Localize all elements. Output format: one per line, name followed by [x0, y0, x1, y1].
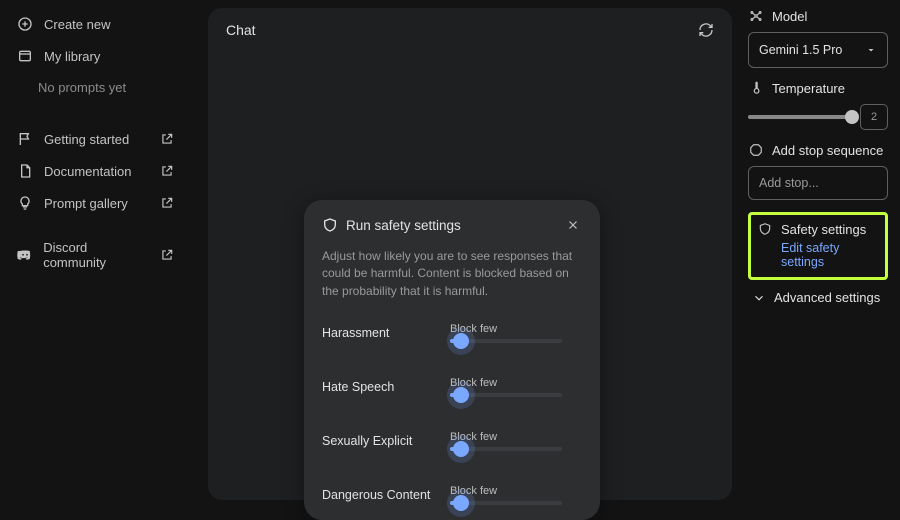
safety-row-dangerous-content: Dangerous Content Block few: [322, 480, 582, 510]
safety-slider[interactable]: [450, 339, 562, 343]
temperature-label-row: Temperature: [748, 80, 888, 96]
sidebar-create-new[interactable]: Create new: [0, 8, 192, 40]
chevron-down-icon: [752, 291, 766, 305]
modal-title: Run safety settings: [346, 218, 461, 233]
reload-button[interactable]: [698, 22, 714, 38]
sidebar-getting-started[interactable]: Getting started: [0, 123, 192, 155]
safety-slider[interactable]: [450, 393, 562, 397]
advanced-settings-label: Advanced settings: [774, 290, 880, 305]
stop-sequence-placeholder: Add stop...: [759, 176, 819, 190]
sidebar-prompt-gallery-label: Prompt gallery: [44, 196, 128, 211]
modal-header: Run safety settings: [322, 216, 582, 234]
sidebar-discord-label: Discord community: [43, 240, 149, 270]
safety-level-label: Block few: [450, 485, 582, 497]
advanced-settings-toggle[interactable]: Advanced settings: [748, 288, 888, 305]
discord-icon: [16, 246, 33, 264]
sidebar-documentation-label: Documentation: [44, 164, 131, 179]
external-link-icon: [159, 246, 176, 264]
stop-sequence-label-row: Add stop sequence: [748, 142, 888, 158]
bulb-icon: [16, 194, 34, 212]
external-link-icon: [158, 130, 176, 148]
sidebar-prompt-gallery[interactable]: Prompt gallery: [0, 187, 192, 219]
model-icon: [748, 8, 764, 24]
safety-row-harassment: Harassment Block few: [322, 318, 582, 348]
external-link-icon: [158, 194, 176, 212]
library-icon: [16, 47, 34, 65]
safety-category-label: Hate Speech: [322, 380, 450, 394]
edit-safety-link[interactable]: Edit safety settings: [757, 241, 879, 269]
stop-icon: [748, 142, 764, 158]
thermometer-icon: [748, 80, 764, 96]
safety-label-row: Safety settings: [757, 221, 879, 237]
external-link-icon: [158, 162, 176, 180]
safety-settings-modal: Run safety settings Adjust how likely yo…: [304, 200, 600, 520]
temperature-value[interactable]: 2: [860, 104, 888, 130]
temperature-slider[interactable]: [748, 115, 852, 119]
shield-icon: [322, 217, 338, 233]
temperature-thumb[interactable]: [845, 110, 859, 124]
safety-thumb[interactable]: [453, 333, 469, 349]
shield-icon: [757, 221, 773, 237]
safety-slider[interactable]: [450, 447, 562, 451]
safety-thumb[interactable]: [453, 387, 469, 403]
safety-label: Safety settings: [781, 222, 866, 237]
safety-settings-highlight: Safety settings Edit safety settings: [748, 212, 888, 280]
chat-title: Chat: [226, 22, 256, 38]
safety-row-hate-speech: Hate Speech Block few: [322, 372, 582, 402]
sidebar-no-prompts: No prompts yet: [0, 72, 192, 109]
safety-category-label: Sexually Explicit: [322, 434, 450, 448]
safety-level-label: Block few: [450, 377, 582, 389]
modal-close-button[interactable]: [564, 216, 582, 234]
sidebar-my-library[interactable]: My library: [0, 40, 192, 72]
safety-category-label: Dangerous Content: [322, 488, 450, 502]
model-select[interactable]: Gemini 1.5 Pro: [748, 32, 888, 68]
chat-header: Chat: [208, 8, 732, 52]
caret-down-icon: [865, 44, 877, 56]
safety-level-label: Block few: [450, 323, 582, 335]
safety-row-sexually-explicit: Sexually Explicit Block few: [322, 426, 582, 456]
temperature-control: 2: [748, 104, 888, 130]
modal-description: Adjust how likely you are to see respons…: [322, 248, 582, 300]
sidebar-getting-started-label: Getting started: [44, 132, 129, 147]
stop-sequence-input[interactable]: Add stop...: [748, 166, 888, 200]
temperature-label: Temperature: [772, 81, 845, 96]
safety-category-label: Harassment: [322, 326, 450, 340]
safety-thumb[interactable]: [453, 441, 469, 457]
sidebar: Create new My library No prompts yet Get…: [0, 0, 192, 500]
sidebar-my-library-label: My library: [44, 49, 100, 64]
safety-thumb[interactable]: [453, 495, 469, 511]
settings-rail: Model Gemini 1.5 Pro Temperature 2 Add s…: [740, 0, 900, 500]
safety-level-label: Block few: [450, 431, 582, 443]
model-label: Model: [772, 9, 807, 24]
flag-icon: [16, 130, 34, 148]
sidebar-documentation[interactable]: Documentation: [0, 155, 192, 187]
stop-sequence-label: Add stop sequence: [772, 143, 883, 158]
safety-slider[interactable]: [450, 501, 562, 505]
document-icon: [16, 162, 34, 180]
model-select-value: Gemini 1.5 Pro: [759, 43, 842, 57]
plus-circle-icon: [16, 15, 34, 33]
temperature-fill: [748, 115, 852, 119]
model-label-row: Model: [748, 8, 888, 24]
sidebar-discord[interactable]: Discord community: [0, 233, 192, 277]
sidebar-create-new-label: Create new: [44, 17, 110, 32]
